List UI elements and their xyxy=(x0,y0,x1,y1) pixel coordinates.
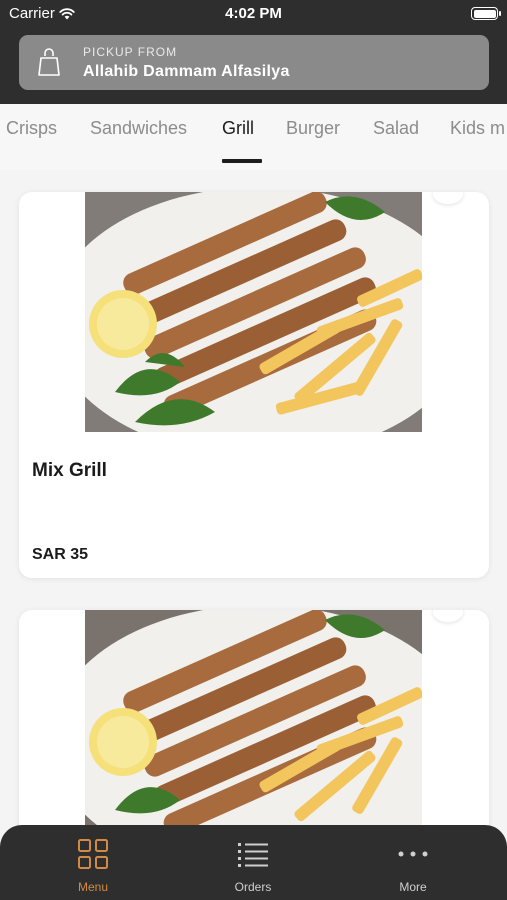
tab-grill[interactable]: Grill xyxy=(222,118,254,139)
product-card[interactable]: Mix Grill SAR 35 xyxy=(19,192,489,578)
pickup-label: PICKUP FROM xyxy=(83,44,178,59)
favorite-button[interactable] xyxy=(433,192,463,204)
tabbar-label-menu: Menu xyxy=(77,880,109,894)
product-image xyxy=(85,192,422,432)
tab-burger[interactable]: Burger xyxy=(286,118,340,139)
shopping-bag-icon xyxy=(38,47,60,76)
tab-crisps[interactable]: Crisps xyxy=(6,118,57,139)
pickup-location-name: Allahib Dammam Alfasilya xyxy=(83,62,290,80)
product-name: Mix Grill xyxy=(32,460,107,481)
pickup-location-selector[interactable]: PICKUP FROM Allahib Dammam Alfasilya xyxy=(19,35,489,90)
list-icon xyxy=(238,843,268,867)
status-bar: Carrier 4:02 PM xyxy=(0,0,507,28)
app-header: Carrier 4:02 PM PICKUP FROM Allahib Damm… xyxy=(0,0,507,104)
more-dots-icon xyxy=(398,851,428,857)
active-tab-indicator xyxy=(222,159,262,163)
favorite-button[interactable] xyxy=(433,610,463,622)
battery-icon xyxy=(471,7,501,20)
tabbar-label-orders: Orders xyxy=(234,880,272,894)
bottom-tab-bar: Menu Orders More xyxy=(0,825,507,900)
tabbar-item-orders[interactable]: Orders xyxy=(198,837,308,894)
grid-icon xyxy=(78,839,108,869)
tabbar-item-menu[interactable]: Menu xyxy=(38,837,148,894)
pickup-text: PICKUP FROM Allahib Dammam Alfasilya xyxy=(83,45,290,81)
product-image xyxy=(85,610,422,850)
tabbar-item-more[interactable]: More xyxy=(358,837,468,894)
product-price: SAR 35 xyxy=(32,546,89,563)
tabbar-label-more: More xyxy=(399,880,427,894)
category-tabs: Crisps Sandwiches Grill Burger Salad Kid… xyxy=(0,104,507,170)
status-time: 4:02 PM xyxy=(225,5,282,22)
tab-salad[interactable]: Salad xyxy=(373,118,419,139)
tab-kids-menu[interactable]: Kids m xyxy=(450,118,505,139)
tab-sandwiches[interactable]: Sandwiches xyxy=(90,118,187,139)
